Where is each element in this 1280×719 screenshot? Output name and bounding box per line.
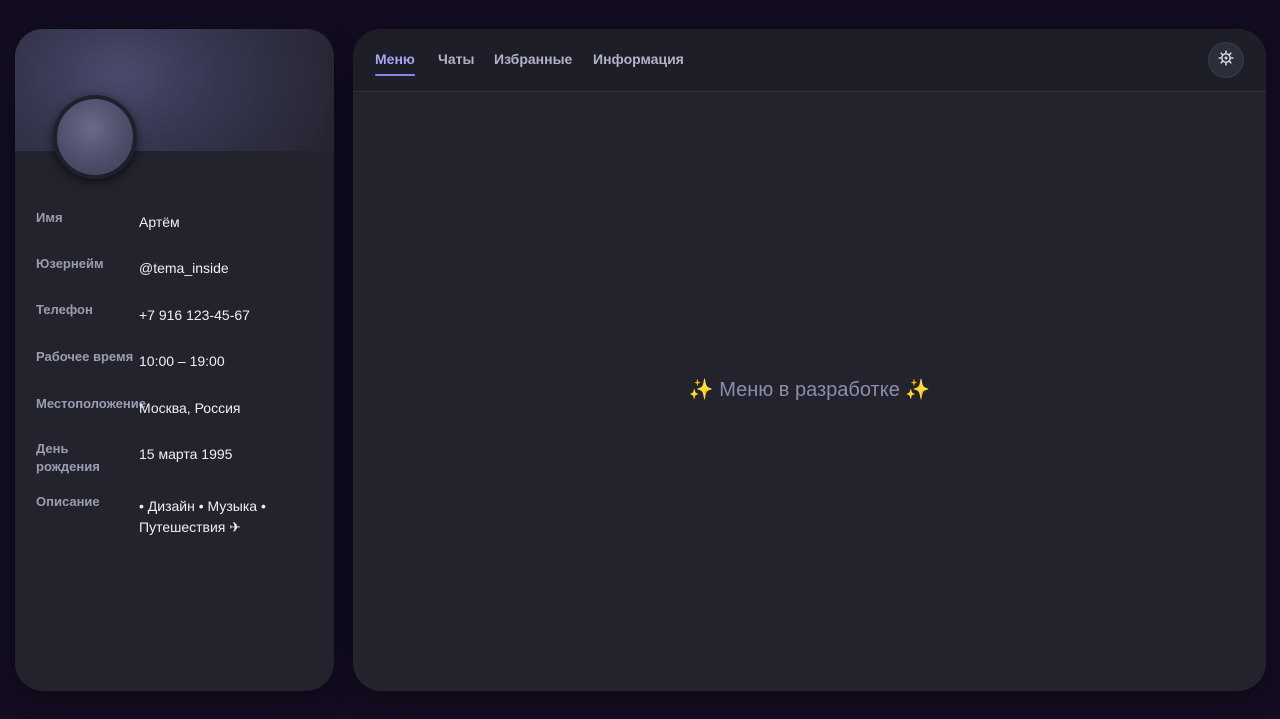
field-value: +7 916 123-45-67 xyxy=(139,307,250,323)
field-label: Местоположение xyxy=(36,396,146,411)
tab-label: Меню xyxy=(375,51,415,67)
field-value: Москва, Россия xyxy=(139,400,241,416)
active-tab-indicator xyxy=(375,74,415,76)
tab-information[interactable]: Информация xyxy=(593,51,684,67)
field-value: @tema_inside xyxy=(139,260,229,276)
field-label: Телефон xyxy=(36,302,93,317)
tab-menu[interactable]: Меню xyxy=(375,51,415,76)
field-label: Описание xyxy=(36,494,100,509)
profile-card: Имя Артём Юзернейм @tema_inside Телефон … xyxy=(15,29,334,691)
gear-icon xyxy=(1218,49,1234,71)
field-label: Юзернейм xyxy=(36,256,104,271)
tab-label: Чаты xyxy=(438,51,475,67)
settings-button[interactable] xyxy=(1208,42,1244,78)
tab-chats[interactable]: Чаты xyxy=(438,51,474,67)
sparkles-icon: ✨ xyxy=(905,379,931,401)
tab-favorites[interactable]: Избранные xyxy=(494,51,572,67)
empty-state: ✨ Меню в разработке ✨ xyxy=(353,377,1266,402)
sparkles-icon: ✨ xyxy=(688,379,714,401)
tab-label: Информация xyxy=(593,51,684,67)
main-panel: Меню Чаты Избранные Информация ✨ Меню в … xyxy=(353,29,1266,691)
field-value: 10:00 – 19:00 xyxy=(139,353,225,369)
field-label: День рождения xyxy=(36,441,100,474)
tab-bar: Меню Чаты Избранные Информация xyxy=(353,29,1266,92)
tab-label: Избранные xyxy=(494,51,573,67)
field-value: 15 марта 1995 xyxy=(139,446,233,462)
field-value: • Дизайн • Музыка • Путешествия ✈ xyxy=(139,498,266,535)
field-value: Артём xyxy=(139,214,180,230)
field-label: Рабочее время xyxy=(36,349,134,364)
empty-state-text: Меню в разработке xyxy=(719,379,900,401)
avatar[interactable] xyxy=(53,95,137,179)
field-label: Имя xyxy=(36,210,63,225)
